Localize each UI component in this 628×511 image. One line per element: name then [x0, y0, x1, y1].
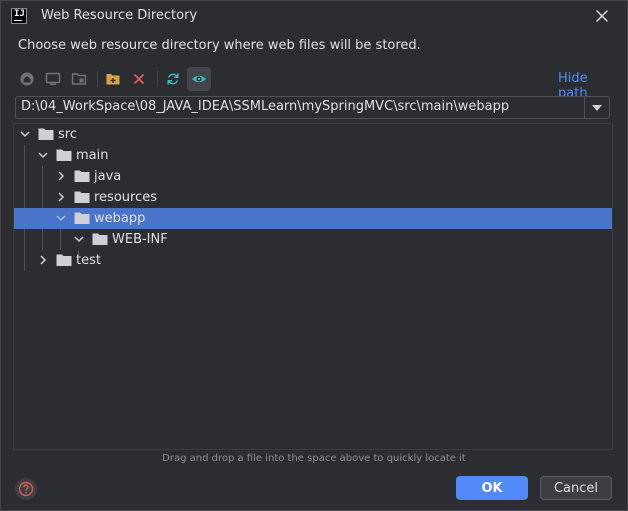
tree-node-label: WEB-INF [112, 232, 168, 247]
ok-button[interactable]: OK [456, 476, 528, 500]
delete-icon [134, 74, 144, 84]
drag-drop-hint: Drag and drop a file into the space abov… [162, 453, 466, 464]
close-icon [596, 10, 608, 22]
tree-node-label: java [94, 169, 122, 184]
chevron-down-icon [74, 236, 84, 243]
folder-icon [92, 233, 108, 245]
tree-node-main[interactable]: main [14, 145, 612, 166]
tree-node-java[interactable]: java [14, 166, 612, 187]
folder-icon [56, 149, 72, 161]
folder-icon [74, 170, 90, 182]
desktop-button[interactable] [41, 67, 65, 91]
directory-tree[interactable]: src main java resources webapp WEB-INF t… [13, 123, 613, 450]
tree-node-label: main [76, 148, 109, 163]
project-button[interactable] [67, 67, 91, 91]
tree-node-web-inf[interactable]: WEB-INF [14, 229, 612, 250]
tree-node-resources[interactable]: resources [14, 187, 612, 208]
folder-icon [56, 254, 72, 266]
delete-button[interactable] [127, 67, 151, 91]
path-combobox[interactable]: D:\04_WorkSpace\08_JAVA_IDEA\SSMLearn\my… [15, 96, 610, 119]
toolbar-separator [157, 71, 158, 87]
tree-node-src[interactable]: src [14, 124, 612, 145]
cancel-button[interactable]: Cancel [540, 476, 612, 500]
tree-node-webapp[interactable]: webapp [14, 208, 612, 229]
path-field[interactable]: D:\04_WorkSpace\08_JAVA_IDEA\SSMLearn\my… [21, 99, 581, 117]
dialog-description: Choose web resource directory where web … [18, 38, 421, 53]
chevron-down-icon [20, 131, 30, 138]
new-folder-icon [106, 74, 120, 85]
intellij-logo-icon: IJ [11, 8, 27, 24]
chevron-right-icon [58, 171, 65, 181]
refresh-button[interactable] [161, 67, 185, 91]
folder-icon [74, 191, 90, 203]
tree-node-label: test [76, 253, 101, 268]
help-icon [18, 481, 34, 497]
close-button[interactable] [591, 5, 613, 27]
chevron-down-icon [56, 215, 66, 222]
chevron-down-icon [592, 104, 602, 111]
home-icon [20, 72, 34, 86]
chevron-right-icon [40, 255, 47, 265]
tree-node-label: resources [94, 190, 158, 205]
chevron-right-icon [58, 192, 65, 202]
help-button[interactable] [15, 478, 37, 500]
title-bar: IJ Web Resource Directory [1, 1, 627, 31]
tree-node-label: src [58, 127, 77, 142]
refresh-icon [167, 73, 179, 85]
home-button[interactable] [15, 67, 39, 91]
path-dropdown-button[interactable] [584, 97, 609, 118]
new-folder-button[interactable] [101, 67, 125, 91]
project-icon [71, 73, 87, 85]
folder-icon [74, 212, 90, 224]
eye-icon [192, 75, 206, 83]
file-chooser-toolbar: Hide path [15, 66, 615, 101]
chevron-down-icon [38, 152, 48, 159]
tree-node-label: webapp [94, 211, 146, 226]
desktop-icon [45, 72, 61, 85]
dialog-title: Web Resource Directory [41, 8, 198, 23]
folder-icon [38, 128, 54, 140]
web-resource-directory-dialog: IJ Web Resource Directory Choose web res… [0, 0, 628, 511]
toolbar-separator [97, 71, 98, 87]
show-hidden-files-button[interactable] [187, 67, 211, 91]
tree-node-test[interactable]: test [14, 250, 612, 271]
